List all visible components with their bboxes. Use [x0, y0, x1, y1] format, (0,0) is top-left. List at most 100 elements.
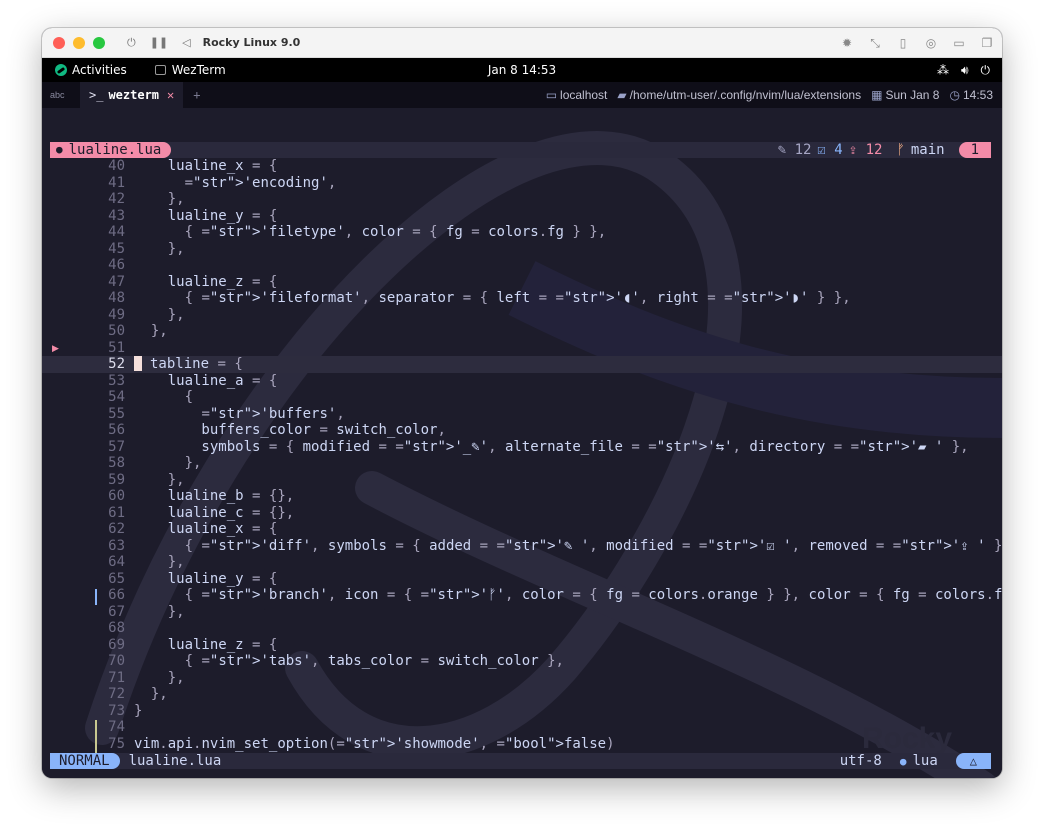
line-number: 50: [108, 323, 125, 339]
linux-penguin-icon: △: [955, 753, 991, 769]
app-menu[interactable]: WezTerm: [154, 63, 226, 77]
line-number: 47: [108, 273, 125, 290]
code-line[interactable]: 55 ="str">'buffers',: [42, 406, 1002, 423]
code-text: lualine_x = {: [134, 158, 278, 174]
line-number: 75: [108, 735, 125, 752]
code-line[interactable]: 66 { ="str">'branch', icon = { ="str">'ᚠ…: [42, 587, 1002, 604]
line-number: 46: [108, 257, 125, 273]
code-line[interactable]: 43 lualine_y = {: [42, 208, 1002, 225]
code-line[interactable]: 53 lualine_a = {: [42, 373, 1002, 390]
path-label: /home/utm-user/.config/nvim/lua/extensio…: [629, 88, 862, 102]
code-line[interactable]: 51: [42, 340, 1002, 357]
pause-icon[interactable]: ❚❚: [150, 36, 168, 49]
code-line[interactable]: 57 symbols = { modified = ="str">'_✎', a…: [42, 439, 1002, 456]
code-line[interactable]: 69 lualine_z = {: [42, 637, 1002, 654]
code-view[interactable]: 40 lualine_x = {41 ="str">'encoding', 42 …: [42, 158, 1002, 752]
vm-controls: ⏻ ❚❚ ◁: [127, 36, 191, 50]
line-number: 66: [108, 587, 125, 603]
line-number: 73: [108, 702, 125, 719]
maximize-window-button[interactable]: [93, 36, 105, 49]
mode-indicator: NORMAL: [50, 753, 120, 769]
code-line[interactable]: 65 lualine_y = {: [42, 571, 1002, 588]
line-number: 52: [108, 356, 125, 372]
host-title: Rocky Linux 9.0: [202, 36, 301, 49]
code-line[interactable]: 58 },: [42, 455, 1002, 472]
code-line[interactable]: 47 lualine_z = {: [42, 274, 1002, 291]
code-line[interactable]: 56 buffers_color = switch_color,: [42, 422, 1002, 439]
tab-wezterm[interactable]: >_ wezterm ✕: [80, 82, 184, 108]
back-icon[interactable]: ◁: [182, 36, 190, 49]
code-line[interactable]: 40 lualine_x = {: [42, 158, 1002, 175]
line-number: 42: [108, 191, 125, 207]
minimize-window-button[interactable]: [73, 36, 85, 49]
system-tray[interactable]: ⁂ 🔊︎ ⏻: [937, 63, 990, 78]
code-line[interactable]: 60 lualine_b = {},: [42, 488, 1002, 505]
code-line[interactable]: 63 { ="str">'diff', symbols = { added = …: [42, 538, 1002, 555]
line-number: 41: [108, 174, 125, 191]
code-line[interactable]: 67 },: [42, 604, 1002, 621]
code-line[interactable]: 46: [42, 257, 1002, 274]
resize-icon[interactable]: ⤡: [868, 36, 882, 51]
line-number: 57: [108, 438, 125, 455]
code-line[interactable]: 50 },: [42, 323, 1002, 340]
line-number: 62: [108, 521, 125, 537]
code-line[interactable]: 72 },: [42, 686, 1002, 703]
windows-icon[interactable]: ❐: [980, 36, 994, 50]
code-line[interactable]: 42 },: [42, 191, 1002, 208]
code-text: },: [150, 323, 168, 339]
terminal-prompt-icon: >_: [89, 88, 104, 102]
usb-icon[interactable]: ▯: [896, 36, 910, 50]
activities-button[interactable]: Activities: [55, 63, 127, 77]
code-text: },: [167, 306, 185, 323]
close-window-button[interactable]: [53, 36, 65, 49]
code-text: },: [167, 471, 185, 488]
line-number: 45: [108, 240, 125, 257]
code-line[interactable]: 59 },: [42, 472, 1002, 489]
code-line[interactable]: 61 lualine_c = {},: [42, 505, 1002, 522]
code-line[interactable]: 75 vim.api.nvim_set_option(="str">'showmo…: [42, 736, 1002, 753]
code-line[interactable]: 54 {: [42, 389, 1002, 406]
monitor-icon: ▭: [545, 88, 558, 102]
status-path: ▰/home/utm-user/.config/nvim/lua/extensi…: [617, 88, 861, 102]
editor-area[interactable]: Rocky ● lualine.lua ✎ 12 ☑ 4 ⇪ 12 ᚠ main…: [42, 108, 1002, 778]
code-line[interactable]: 44 { ="str">'filetype', color = { fg = c…: [42, 224, 1002, 241]
status-host: ▭ localhost: [546, 88, 608, 102]
code-line[interactable]: 74: [42, 719, 1002, 736]
code-line[interactable]: 52 tabline = {: [42, 356, 1002, 373]
lualine-statusline: NORMAL lualine.lua utf-8 ● lua △: [50, 753, 991, 769]
git-change-mark: [95, 589, 97, 605]
statusline-right: utf-8 ● lua △: [840, 753, 991, 769]
power-icon[interactable]: ⏻: [127, 36, 136, 50]
brightness-icon[interactable]: ✹: [840, 36, 854, 50]
code-line[interactable]: 68: [42, 620, 1002, 637]
wezterm-icon: [154, 65, 166, 75]
code-line[interactable]: 45 },: [42, 241, 1002, 258]
code-line[interactable]: 41 ="str">'encoding',: [42, 175, 1002, 192]
app-menu-label: WezTerm: [171, 63, 226, 77]
new-tab-button[interactable]: +: [193, 88, 200, 102]
traffic-lights: [53, 36, 105, 49]
line-number: 74: [108, 719, 125, 735]
folder-icon[interactable]: ▭: [952, 36, 966, 50]
diff-removed-count: 12: [865, 142, 883, 158]
code-line[interactable]: 71 },: [42, 670, 1002, 687]
line-number: 63: [108, 537, 125, 554]
code-text: lualine_z = {: [134, 636, 278, 653]
share-icon[interactable]: ◎: [924, 36, 938, 50]
code-line[interactable]: 49 },: [42, 307, 1002, 324]
buffer-tab[interactable]: ● lualine.lua: [50, 142, 172, 158]
code-line[interactable]: 64 },: [42, 554, 1002, 571]
code-text: { ="str">'branch', icon = { ="str">'ᚠ', …: [184, 587, 1002, 603]
line-number: 56: [108, 422, 125, 438]
line-number: 65: [108, 570, 125, 587]
line-number: 55: [108, 405, 125, 422]
code-text: },: [184, 455, 202, 471]
tab-close-icon[interactable]: ✕: [167, 88, 174, 102]
code-line[interactable]: 48 { ="str">'fileformat', separator = { …: [42, 290, 1002, 307]
clock[interactable]: Jan 8 14:53: [488, 63, 556, 77]
code-line[interactable]: 70 { ="str">'tabs', tabs_color = switch_…: [42, 653, 1002, 670]
code-line[interactable]: 73}: [42, 703, 1002, 720]
code-line[interactable]: 62 lualine_x = {: [42, 521, 1002, 538]
git-added-mark: [95, 720, 97, 753]
tab-number[interactable]: 1: [958, 142, 991, 158]
